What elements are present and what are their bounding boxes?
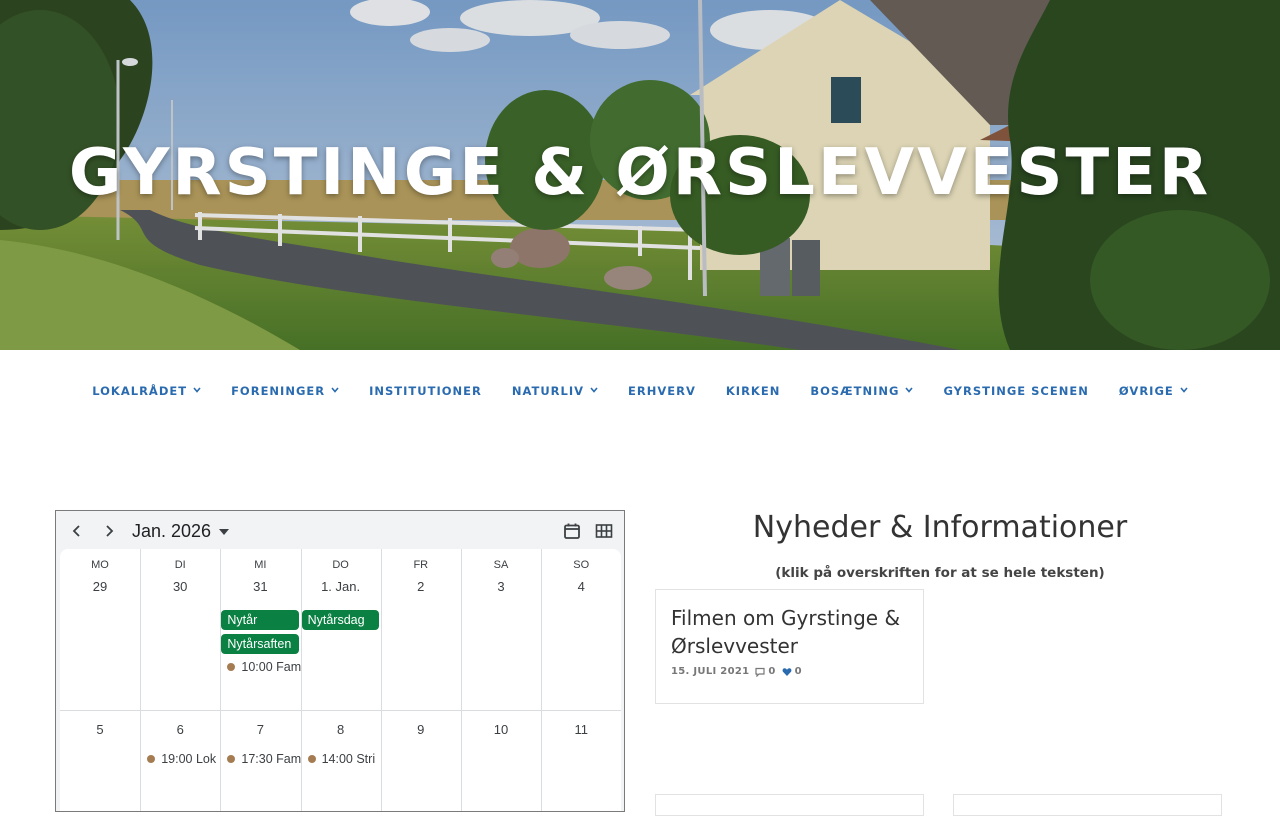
month-label: Jan. 2026 — [132, 521, 212, 541]
calendar-event[interactable]: 19:00 Lok — [141, 750, 221, 768]
calendar-event[interactable]: 17:30 Fam — [221, 750, 301, 768]
day-number[interactable]: 4 — [541, 579, 621, 594]
calendar-icon — [564, 523, 580, 539]
nav-item-øvrige[interactable]: ØVRIGE — [1104, 384, 1203, 398]
event-label: 17:30 Fam — [241, 752, 302, 766]
nav-item-gyrstinge-scenen[interactable]: GYRSTINGE SCENEN — [928, 384, 1103, 398]
event-dot-icon — [307, 755, 316, 763]
event-dot-icon — [147, 755, 156, 763]
weekday-header: MO — [91, 559, 109, 571]
next-month-button[interactable] — [97, 519, 121, 543]
nav-item-naturliv[interactable]: NATURLIV — [497, 384, 613, 398]
chevron-down-icon — [331, 386, 339, 396]
week-divider — [60, 710, 621, 711]
event-dot-icon — [227, 663, 236, 671]
news-subheading: (klik på overskriften for at se hele tek… — [775, 565, 1105, 581]
day-number[interactable]: 31 — [220, 579, 300, 594]
calendar-event-chip[interactable]: Nytårsaften — [221, 634, 299, 654]
post-title-link[interactable]: Filmen om Gyrstinge & Ørslevvester — [671, 604, 911, 660]
day-number[interactable]: 8 — [301, 722, 381, 737]
calendar-event-chip[interactable]: Nytårsdag — [301, 610, 379, 630]
main-navigation: LOKALRÅDET FORENINGER INSTITUTIONER NATURLI… — [0, 384, 1280, 398]
event-dot-icon — [227, 755, 236, 763]
nav-item-label: ØVRIGE — [1118, 384, 1174, 398]
calendar-event-chip[interactable]: Nytår — [221, 610, 299, 630]
day-number[interactable]: 10 — [461, 722, 541, 737]
agenda-view-button[interactable] — [560, 519, 584, 543]
chevron-down-icon — [590, 386, 598, 396]
news-post-card — [953, 794, 1222, 816]
day-number[interactable]: 30 — [140, 579, 220, 594]
day-number[interactable]: 2 — [381, 579, 461, 594]
caret-down-icon — [219, 528, 230, 535]
google-calendar-widget: Jan. 2026 MO DI MI DO FR SA SO 29 30 31 1. Jan. 2 3 4… — [55, 510, 625, 812]
chevron-down-icon — [1180, 386, 1188, 396]
event-label: 14:00 Stri — [321, 752, 376, 766]
event-label: 19:00 Lok — [161, 752, 217, 766]
site-title[interactable]: GYRSTINGE & ØRSLEVVESTER — [0, 136, 1280, 210]
nav-item-label: GYRSTINGE SCENEN — [943, 384, 1089, 398]
chevron-down-icon — [905, 386, 914, 396]
nav-item-label: FORENINGER — [231, 384, 326, 398]
nav-item-foreninger[interactable]: FORENINGER — [216, 384, 354, 398]
previous-month-button[interactable] — [65, 519, 89, 543]
nav-item-label: INSTITUTIONER — [369, 384, 482, 398]
post-date[interactable]: 15. JULI 2021 — [671, 666, 749, 677]
nav-item-label: LOKALRÅDET — [92, 384, 188, 398]
nav-item-institutioner[interactable]: INSTITUTIONER — [354, 384, 497, 398]
month-selector[interactable]: Jan. 2026 — [132, 521, 230, 542]
day-number[interactable]: 11 — [541, 722, 621, 737]
day-number[interactable]: 29 — [60, 579, 140, 594]
calendar-toolbar: Jan. 2026 — [56, 511, 624, 551]
weekday-header: MI — [254, 559, 267, 571]
heart-icon — [782, 667, 792, 676]
weekday-header: DI — [174, 559, 186, 571]
nav-item-erhverv[interactable]: ERHVERV — [613, 384, 711, 398]
nav-item-lokalrådet[interactable]: LOKALRÅDET — [77, 384, 216, 398]
comment-count: 0 — [768, 666, 776, 677]
news-heading: Nyheder & Informationer — [752, 510, 1128, 545]
calendar-event[interactable]: 14:00 Stri — [302, 750, 382, 768]
comment-icon — [755, 667, 765, 677]
nav-item-label: BOSÆTNING — [810, 384, 900, 398]
post-meta: 15. JULI 2021 0 0 — [671, 666, 802, 677]
nav-item-bosætning[interactable]: BOSÆTNING — [795, 384, 928, 398]
comments-link[interactable]: 0 — [755, 666, 775, 677]
chevron-right-icon — [106, 525, 114, 537]
news-post-card — [655, 794, 924, 816]
nav-item-label: NATURLIV — [511, 384, 585, 398]
day-number[interactable]: 1. Jan. — [301, 579, 381, 594]
month-view-button[interactable] — [592, 519, 616, 543]
nav-item-label: ERHVERV — [628, 384, 696, 398]
day-number[interactable]: 7 — [220, 722, 300, 737]
like-button[interactable]: 0 — [782, 666, 802, 677]
calendar-month-grid: MO DI MI DO FR SA SO 29 30 31 1. Jan. 2 3 4 5 6 7 8 9 10 11 N… — [60, 549, 621, 811]
chevron-down-icon — [193, 386, 201, 396]
weekday-header: FR — [413, 559, 429, 571]
weekday-header: SO — [573, 559, 590, 571]
event-label: 10:00 Fam — [241, 660, 302, 674]
day-number[interactable]: 3 — [461, 579, 541, 594]
weekday-header: DO — [332, 559, 349, 571]
nav-item-kirken[interactable]: KIRKEN — [711, 384, 795, 398]
day-number[interactable]: 9 — [381, 722, 461, 737]
nav-item-label: KIRKEN — [725, 384, 781, 398]
weekday-header: SA — [493, 559, 509, 571]
news-post-card: Filmen om Gyrstinge & Ørslevvester 15. J… — [655, 589, 924, 704]
day-number[interactable]: 5 — [60, 722, 140, 737]
grid-icon — [595, 524, 613, 538]
like-count: 0 — [794, 666, 802, 677]
day-number[interactable]: 6 — [140, 722, 220, 737]
calendar-event[interactable]: 10:00 Fam — [221, 658, 301, 676]
chevron-left-icon — [72, 525, 80, 537]
hero-banner: GYRSTINGE & ØRSLEVVESTER — [0, 0, 1280, 350]
